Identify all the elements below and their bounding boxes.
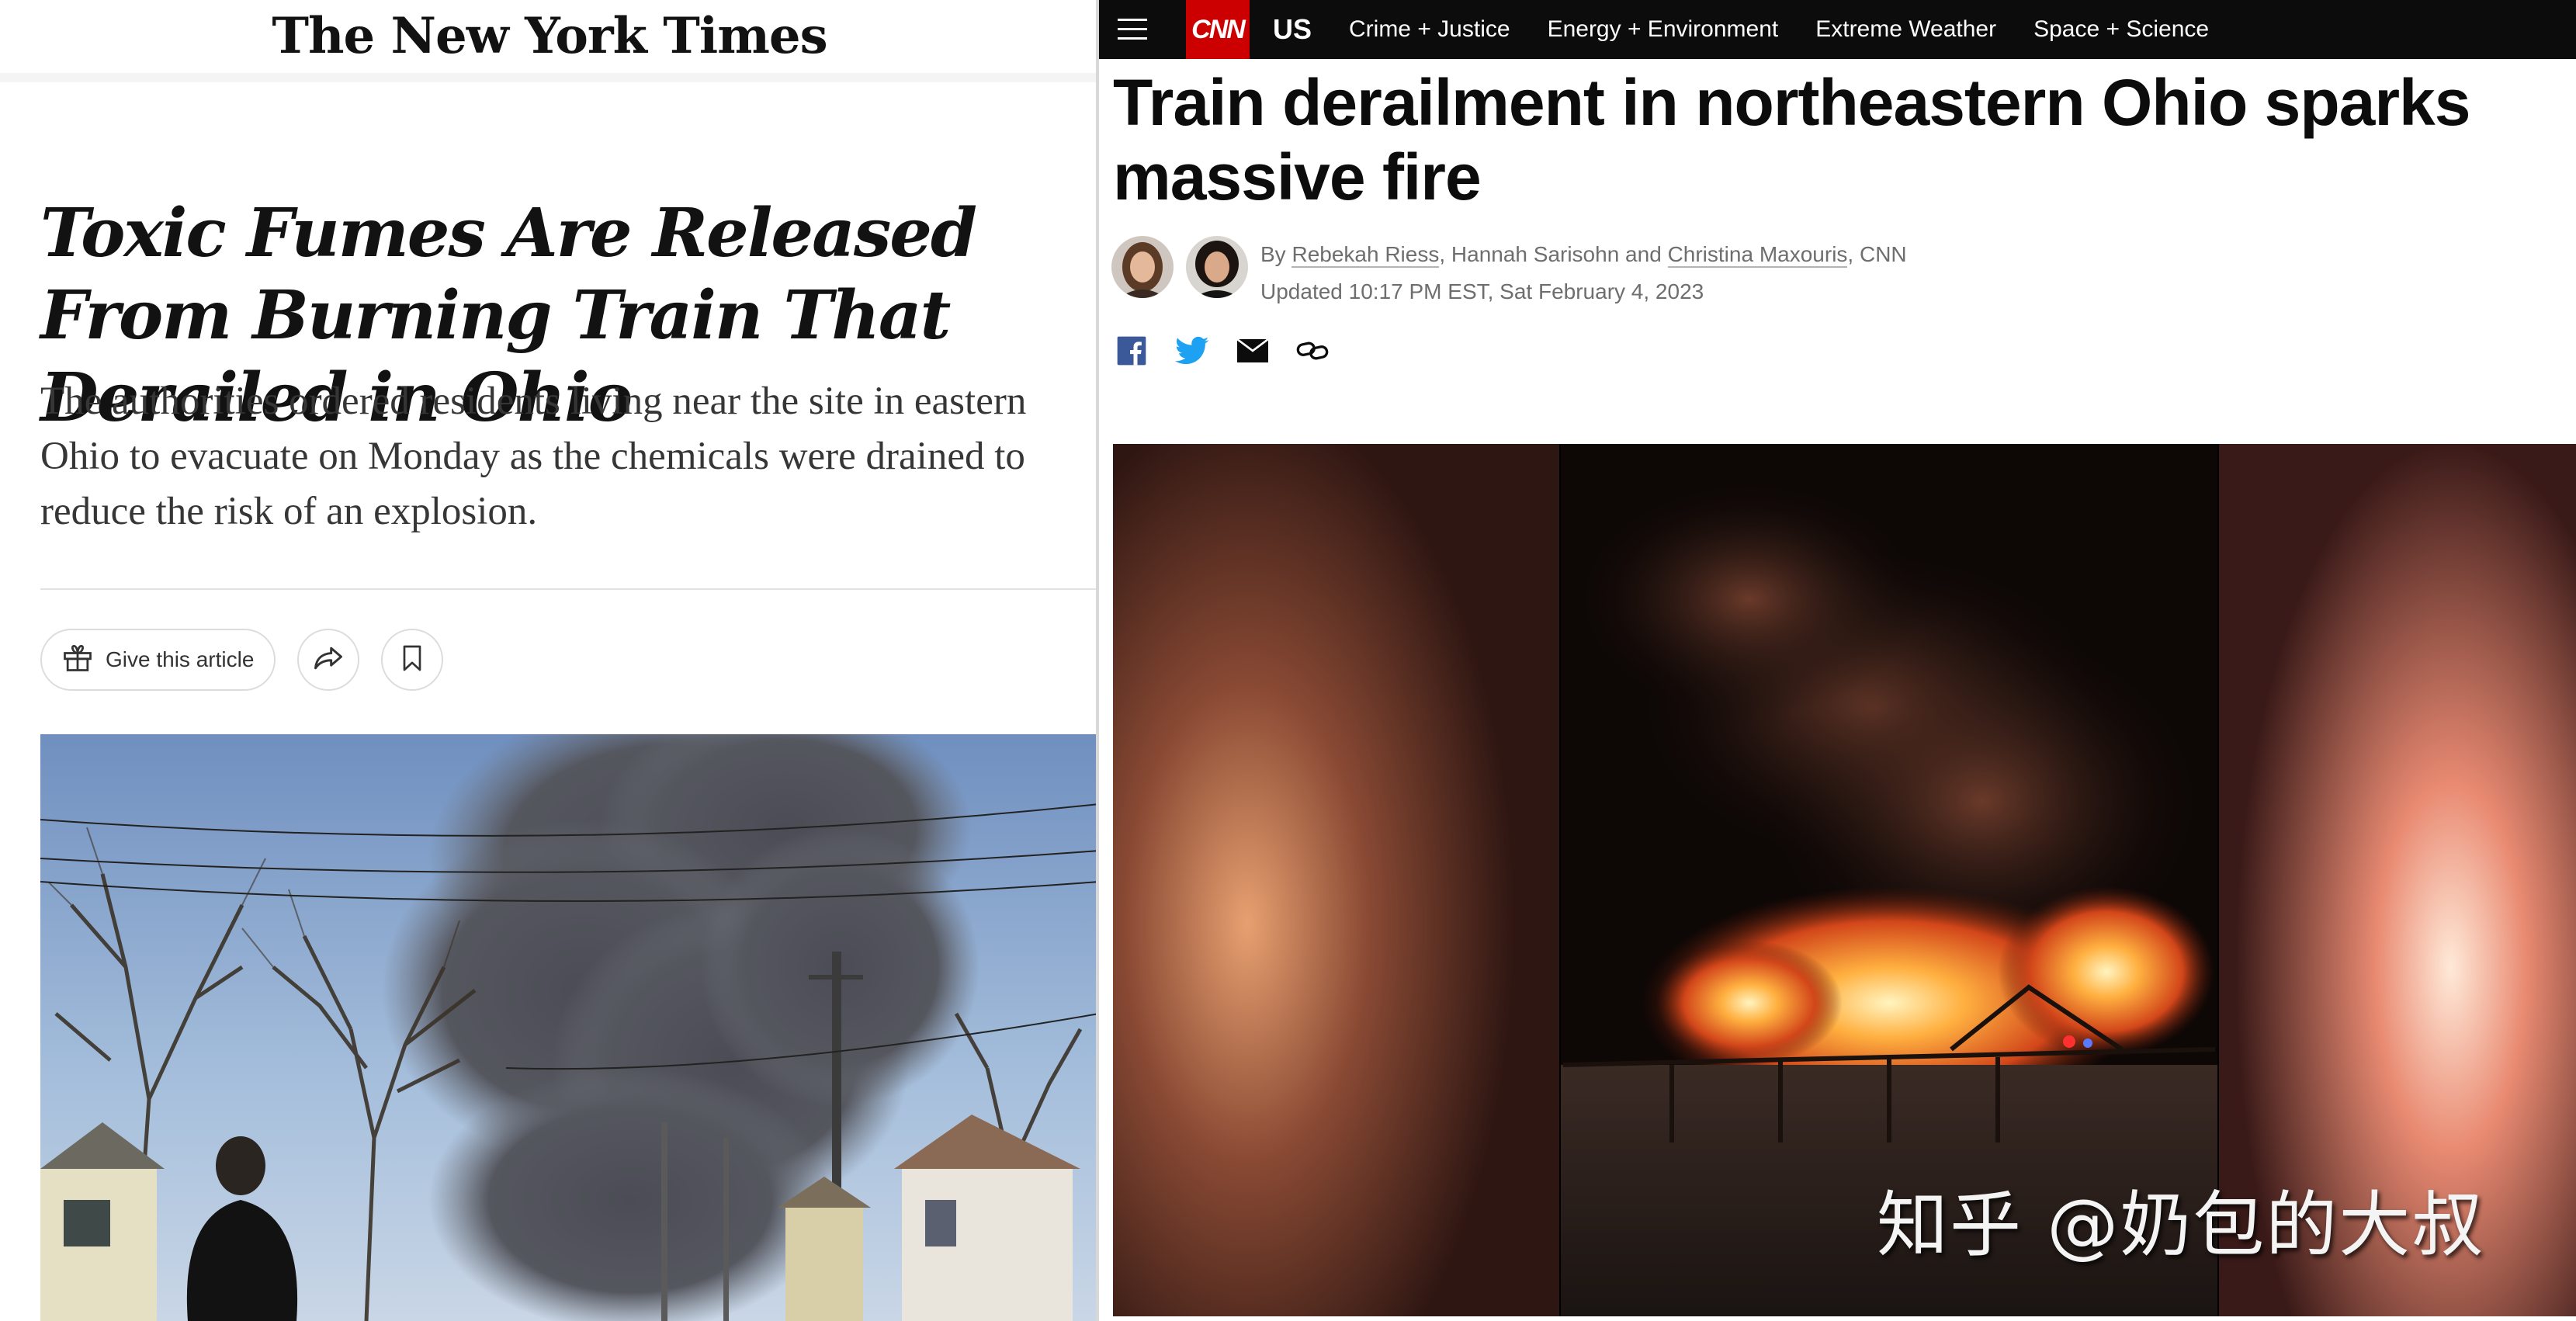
author-link-rebekah-riess[interactable]: Rebekah Riess <box>1291 242 1440 268</box>
author-avatars <box>1111 236 1248 298</box>
byline-prefix: By <box>1260 242 1292 266</box>
nyt-article-panel: The New York Times Toxic Fumes Are Relea… <box>0 0 1099 1321</box>
masthead-divider <box>0 73 1099 82</box>
byline-separator: , Hannah Sarisohn and <box>1439 242 1668 266</box>
nav-link-space-science[interactable]: Space + Science <box>2033 16 2209 43</box>
cnn-nav-links: Crime + Justice Energy + Environment Ext… <box>1349 0 2209 59</box>
cnn-headline: Train derailment in northeastern Ohio sp… <box>1113 66 2470 213</box>
byline-authors: By Rebekah Riess, Hannah Sarisohn and Ch… <box>1260 236 1907 273</box>
share-button[interactable] <box>297 629 360 691</box>
zhihu-watermark: 知乎 @奶包的大叔 <box>1877 1184 2485 1267</box>
screenshot-composite: The New York Times Toxic Fumes Are Relea… <box>0 0 2576 1321</box>
share-icon <box>311 641 345 679</box>
save-button[interactable] <box>381 629 444 691</box>
facebook-icon[interactable] <box>1116 335 1147 370</box>
avatar[interactable] <box>1186 236 1248 298</box>
gift-icon <box>61 640 95 680</box>
nav-link-extreme-weather[interactable]: Extreme Weather <box>1815 16 1996 43</box>
byline-suffix: , CNN <box>1847 242 1907 266</box>
nav-link-energy-environment[interactable]: Energy + Environment <box>1548 16 1779 43</box>
updated-timestamp: Updated 10:17 PM EST, Sat February 4, 20… <box>1260 279 1704 303</box>
share-bar <box>1116 335 1329 370</box>
give-article-label: Give this article <box>106 647 255 671</box>
byline: By Rebekah Riess, Hannah Sarisohn and Ch… <box>1260 236 1907 310</box>
nyt-summary: The authorities ordered residents living… <box>40 380 1027 533</box>
give-article-button[interactable]: Give this article <box>40 629 276 691</box>
summary-divider <box>40 588 1099 590</box>
section-title-us[interactable]: US <box>1273 0 1312 59</box>
twitter-icon[interactable] <box>1175 335 1209 370</box>
cnn-logo[interactable]: CNN <box>1186 0 1250 59</box>
cnn-top-nav: CNN US Crime + Justice Energy + Environm… <box>1099 0 2576 59</box>
nav-link-crime-justice[interactable]: Crime + Justice <box>1349 16 1510 43</box>
author-link-christina-maxouris[interactable]: Christina Maxouris <box>1667 242 1848 268</box>
email-icon[interactable] <box>1236 338 1269 367</box>
cnn-article-panel: CNN US Crime + Justice Energy + Environm… <box>1099 0 2576 1321</box>
nyt-lead-photo <box>40 734 1099 1321</box>
hamburger-menu-icon[interactable] <box>1118 16 1149 43</box>
link-icon[interactable] <box>1296 339 1329 366</box>
nyt-masthead-logo[interactable]: The New York Times <box>0 0 1099 71</box>
bookmark-icon <box>397 641 428 679</box>
article-actions: Give this article <box>40 629 444 691</box>
avatar[interactable] <box>1111 236 1174 298</box>
